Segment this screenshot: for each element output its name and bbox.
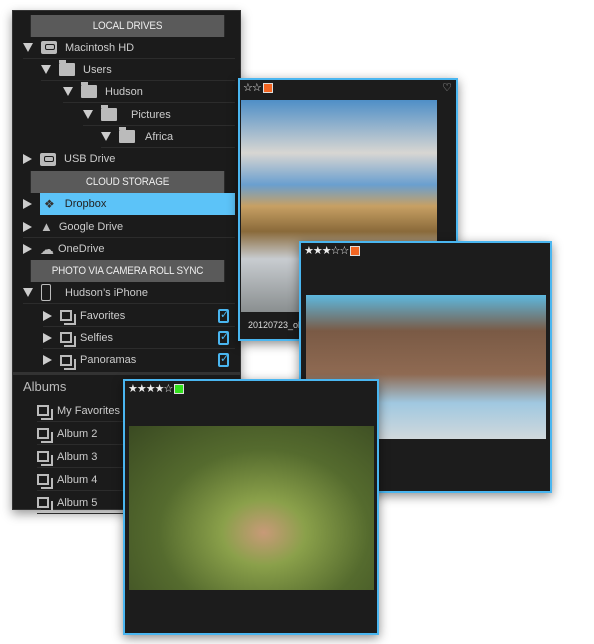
sync-check-icon[interactable]: ✓ bbox=[218, 330, 229, 345]
photo-card-child[interactable]: ★★★★☆ bbox=[123, 379, 379, 635]
tree-item-google-drive[interactable]: ▲ Google Drive bbox=[23, 216, 235, 238]
tree-item-users[interactable]: Users bbox=[41, 59, 235, 81]
hard-drive-icon bbox=[41, 41, 57, 54]
item-label: Favorites bbox=[80, 309, 126, 322]
heart-icon[interactable]: ♡ bbox=[442, 81, 452, 94]
selection-highlight: ❖ Dropbox bbox=[40, 193, 235, 215]
item-label: Pictures bbox=[131, 108, 171, 121]
color-label-swatch[interactable] bbox=[262, 82, 273, 93]
star-glyphs: ★★★☆☆ bbox=[304, 245, 349, 257]
album-stack-icon bbox=[37, 405, 49, 416]
google-drive-icon: ▲ bbox=[40, 218, 53, 234]
album-stack-icon bbox=[60, 332, 72, 343]
tree-item-favorites[interactable]: Favorites ✓ bbox=[43, 305, 235, 327]
item-label: Macintosh HD bbox=[65, 41, 135, 54]
sync-check-icon[interactable]: ✓ bbox=[218, 353, 229, 367]
album-stack-icon bbox=[60, 354, 72, 366]
sync-check-icon[interactable]: ✓ bbox=[218, 308, 229, 323]
expand-triangle-icon[interactable] bbox=[41, 65, 51, 74]
item-label: Dropbox bbox=[64, 198, 107, 210]
expand-triangle-icon[interactable] bbox=[23, 244, 32, 254]
expand-triangle-icon[interactable] bbox=[43, 332, 52, 343]
album-stack-icon bbox=[37, 428, 49, 439]
folder-icon bbox=[59, 60, 75, 76]
expand-triangle-icon[interactable] bbox=[23, 221, 32, 232]
camera-roll-header: PHOTO VIA CAMERA ROLL SYNC bbox=[30, 260, 225, 282]
tree-item-macintosh-hd[interactable]: Macintosh HD bbox=[23, 37, 235, 59]
item-label: Selfies bbox=[80, 331, 114, 344]
expand-triangle-icon[interactable] bbox=[23, 199, 32, 209]
albums-title: Albums bbox=[23, 379, 67, 394]
hard-drive-icon bbox=[40, 152, 56, 166]
tree-item-onedrive[interactable]: ☁ OneDrive bbox=[23, 238, 235, 260]
album-stack-icon bbox=[60, 310, 72, 321]
expand-triangle-icon[interactable] bbox=[23, 43, 33, 52]
album-stack-icon bbox=[37, 497, 49, 508]
expand-triangle-icon[interactable] bbox=[101, 132, 111, 141]
folder-icon bbox=[81, 82, 97, 98]
color-label-swatch[interactable] bbox=[174, 383, 185, 394]
rating-stars[interactable]: ☆☆ bbox=[243, 81, 273, 94]
item-label: Google Drive bbox=[58, 220, 124, 233]
rating-stars[interactable]: ★★★☆☆ bbox=[304, 244, 361, 257]
divider bbox=[13, 372, 240, 375]
tree-item-africa[interactable]: Africa bbox=[101, 126, 235, 148]
item-label: Africa bbox=[145, 130, 174, 143]
item-label: Hudson’s iPhone bbox=[65, 286, 148, 299]
expand-triangle-icon[interactable] bbox=[63, 87, 73, 96]
tree-item-hudson[interactable]: Hudson bbox=[63, 81, 235, 103]
expand-triangle-icon[interactable] bbox=[23, 154, 32, 164]
expand-triangle-icon[interactable] bbox=[83, 110, 93, 119]
tree-item-pictures[interactable]: Pictures bbox=[83, 104, 235, 126]
item-label: Album 5 bbox=[57, 496, 98, 509]
local-drives-header: LOCAL DRIVES bbox=[30, 15, 225, 37]
item-label: USB Drive bbox=[64, 153, 116, 165]
item-label: Panoramas bbox=[80, 354, 137, 366]
tree-item-usb-drive[interactable]: USB Drive bbox=[23, 148, 235, 170]
album-stack-icon bbox=[37, 451, 49, 462]
expand-triangle-icon[interactable] bbox=[43, 310, 52, 321]
tree-item-panoramas[interactable]: Panoramas ✓ bbox=[43, 349, 235, 371]
tree-item-dropbox[interactable]: ❖ Dropbox bbox=[23, 193, 235, 215]
item-label: OneDrive bbox=[58, 243, 105, 255]
item-label: Album 4 bbox=[57, 473, 98, 486]
item-label: Hudson bbox=[105, 85, 143, 98]
item-label: Album 2 bbox=[57, 427, 98, 440]
item-label: My Favorites bbox=[57, 404, 120, 417]
star-glyphs: ★★★★☆ bbox=[128, 383, 173, 395]
tree-item-iphone[interactable]: Hudson’s iPhone bbox=[23, 282, 235, 304]
onedrive-icon: ☁ bbox=[40, 241, 54, 257]
dropbox-icon: ❖ bbox=[44, 197, 55, 211]
photo-child-portrait bbox=[129, 426, 374, 590]
iphone-icon bbox=[41, 284, 51, 301]
tree-item-selfies[interactable]: Selfies ✓ bbox=[43, 327, 235, 349]
expand-triangle-icon[interactable] bbox=[43, 355, 52, 365]
photo-caption: 20120723_oly bbox=[248, 320, 305, 330]
item-label: Users bbox=[83, 63, 112, 76]
rating-stars[interactable]: ★★★★☆ bbox=[128, 382, 185, 395]
item-label: Album 3 bbox=[57, 450, 98, 463]
expand-triangle-icon[interactable] bbox=[23, 288, 33, 297]
cloud-storage-header: CLOUD STORAGE bbox=[30, 171, 225, 193]
album-stack-icon bbox=[37, 474, 49, 485]
color-label-swatch[interactable] bbox=[350, 245, 361, 256]
folder-icon bbox=[101, 105, 117, 121]
star-glyphs: ☆☆ bbox=[243, 82, 262, 94]
folder-icon bbox=[119, 127, 135, 143]
